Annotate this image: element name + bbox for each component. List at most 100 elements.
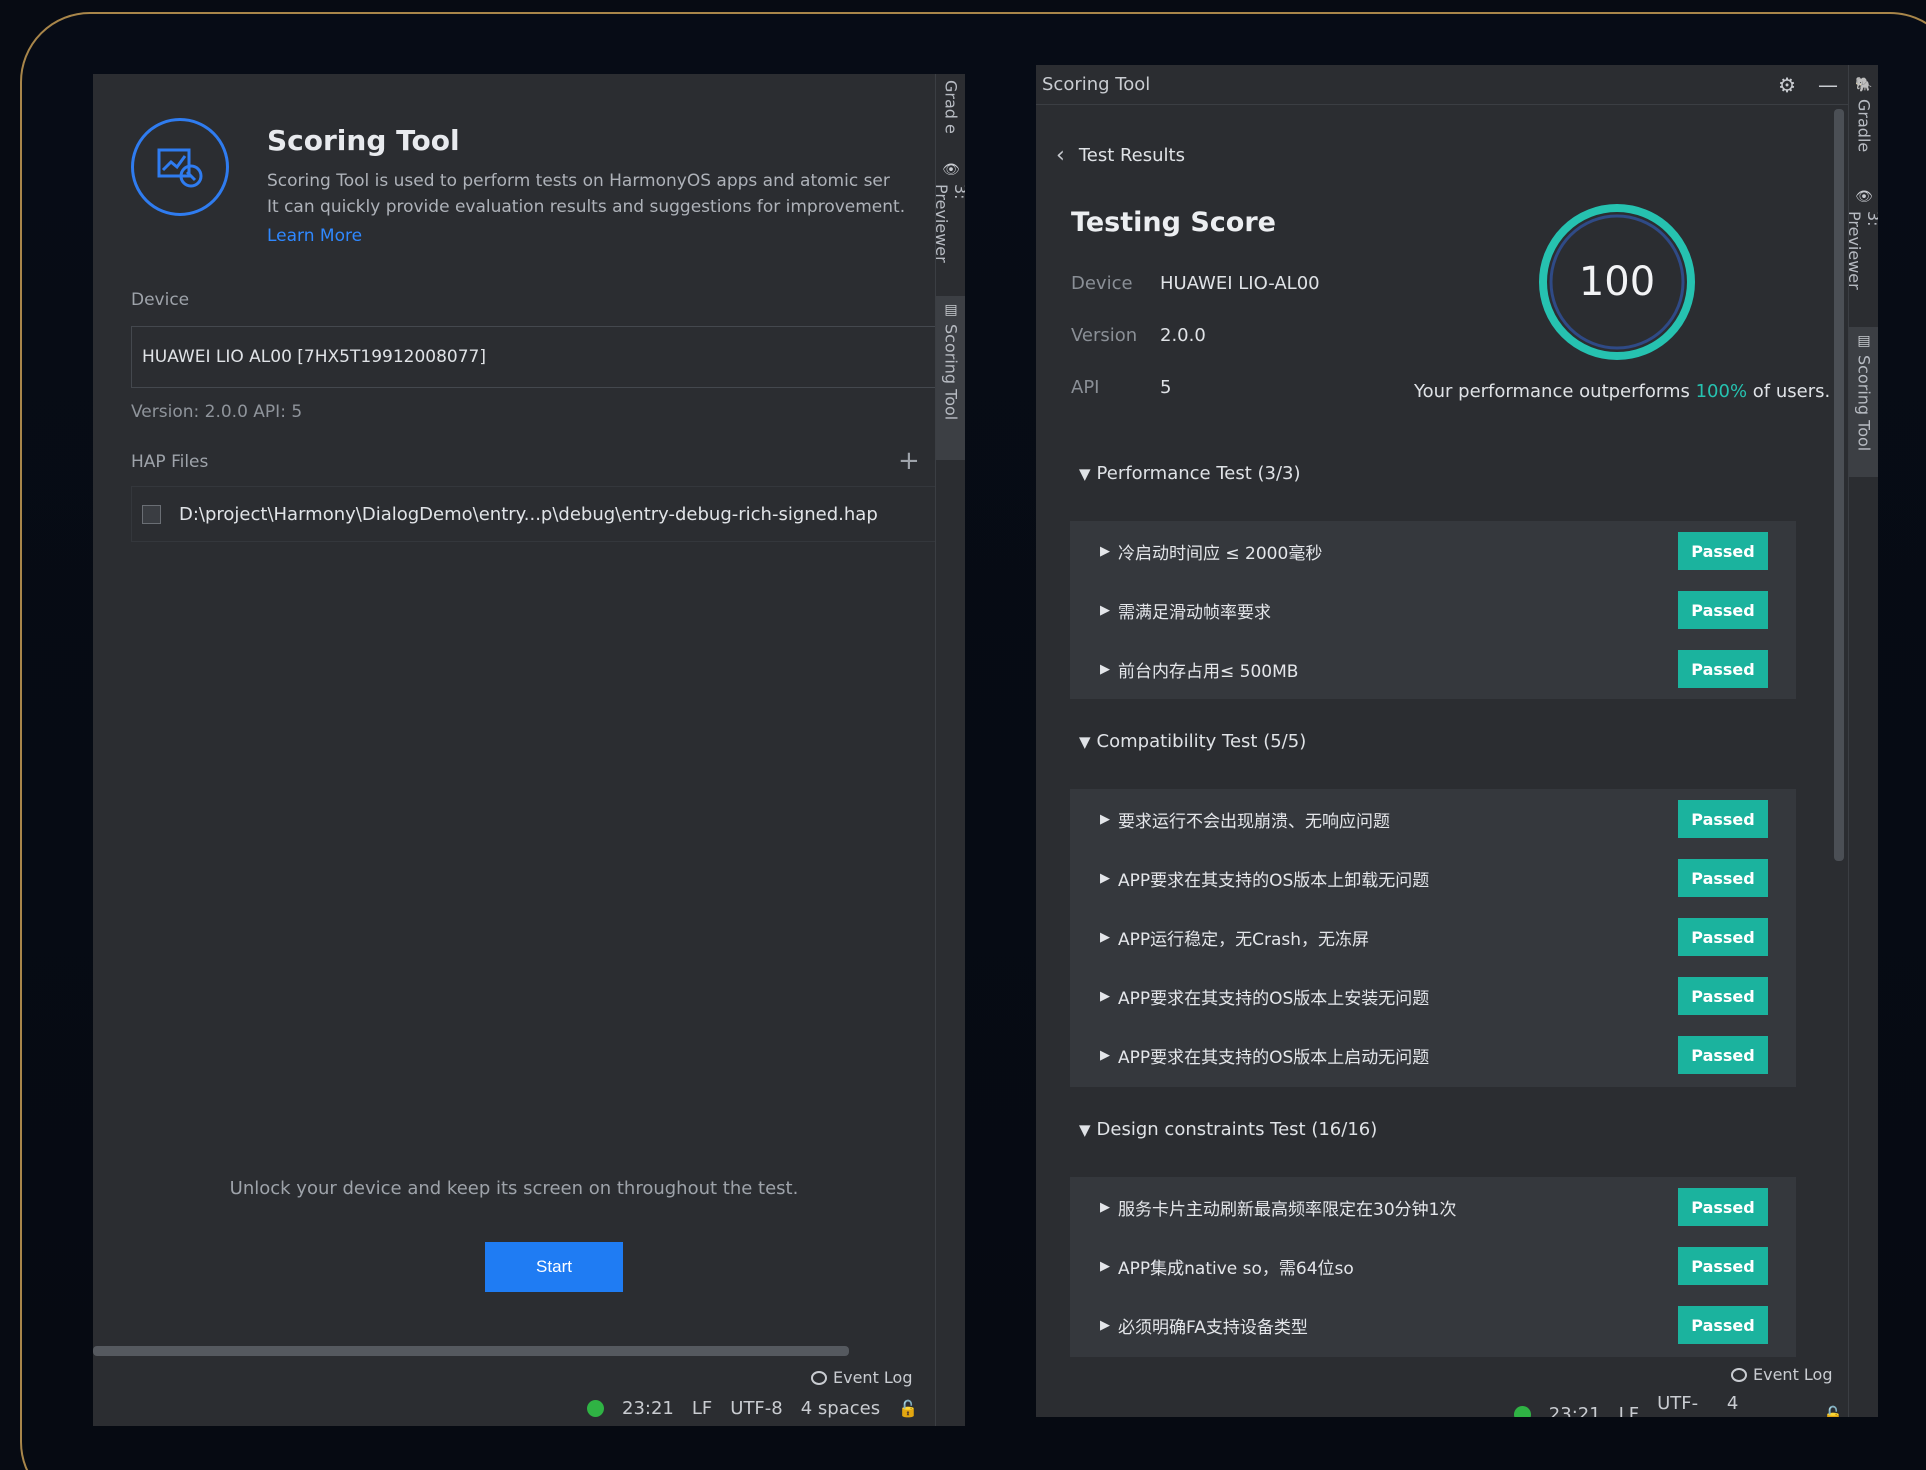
collapse-triangle-icon: ▶ (1100, 661, 1110, 677)
hap-files-label: HAP Files (131, 452, 209, 472)
vertical-scrollbar[interactable] (1834, 109, 1844, 861)
status-encoding[interactable]: UTF-8 (730, 1398, 782, 1419)
passed-badge: Passed (1678, 977, 1768, 1015)
start-button[interactable]: Start (485, 1242, 623, 1292)
collapse-triangle-icon: ▶ (1100, 929, 1110, 945)
device-value: HUAWEI LIO-AL00 (1160, 273, 1320, 294)
section-title: Performance Test (3/3) (1096, 463, 1301, 484)
test-item[interactable]: ▶ APP要求在其支持的OS版本上启动无问题 Passed (1100, 1036, 1768, 1074)
right-tool-rail: Grad e 👁 3: Previewer ▤ Scoring Tool (932, 74, 965, 1426)
eye-icon: 👁 (942, 162, 960, 178)
event-log-button[interactable]: Event Log (811, 1368, 913, 1387)
section-group-compatibility: ▶ 要求运行不会出现崩溃、无响应问题 Passed ▶ APP要求在其支持的OS版本… (1070, 789, 1796, 1087)
api-key: API (1071, 377, 1100, 398)
hap-file-path: D:\project\Harmony\DialogDemo\entry...p\… (179, 503, 878, 525)
hap-file-checkbox[interactable] (142, 504, 161, 524)
section-title: Compatibility Test (5/5) (1096, 731, 1307, 752)
status-encoding[interactable]: UTF-8 (1657, 1393, 1709, 1417)
section-header-design-constraints[interactable]: ▼ Design constraints Test (16/16) (1079, 1119, 1377, 1140)
rail-tab-scoring-tool-label: Scoring Tool (1854, 355, 1874, 452)
event-log-button[interactable]: Event Log (1731, 1365, 1833, 1384)
passed-badge: Passed (1678, 532, 1768, 570)
hap-file-row[interactable]: D:\project\Harmony\DialogDemo\entry...p\… (131, 486, 941, 542)
section-title: Design constraints Test (16/16) (1096, 1119, 1378, 1140)
test-item-label: 服务卡片主动刷新最高频率限定在30分钟1次 (1118, 1199, 1457, 1220)
add-hap-icon[interactable]: + (898, 446, 920, 476)
rail-tab-previewer-label: 3: Previewer (1845, 211, 1878, 290)
unlock-hint: Unlock your device and keep its screen o… (229, 1178, 799, 1199)
status-time[interactable]: 23:21 (1549, 1404, 1601, 1418)
section-header-compatibility[interactable]: ▼ Compatibility Test (5/5) (1079, 731, 1306, 752)
testing-score-title: Testing Score (1071, 207, 1276, 238)
test-item-label: 前台内存占用≤ 500MB (1118, 661, 1299, 682)
rail-tab-scoring-tool[interactable]: ▤ Scoring Tool (1849, 327, 1878, 477)
device-info-row: Device HUAWEI LIO-AL00 (1071, 273, 1320, 294)
rail-tab-previewer[interactable]: 👁 3: Previewer (932, 156, 965, 276)
section-header-performance[interactable]: ▼ Performance Test (3/3) (1079, 463, 1301, 484)
status-indent[interactable]: 4 spaces (801, 1398, 880, 1419)
version-value: 2.0.0 (1160, 325, 1206, 346)
scoring-tool-start-panel: Scoring Tool Scoring Tool is used to per… (93, 74, 965, 1426)
minimize-icon[interactable]: — (1818, 73, 1838, 97)
scoring-tool-tab-icon: ▤ (1857, 333, 1871, 349)
rail-tab-gradle-label: Grad e (941, 80, 961, 134)
status-indent[interactable]: 4 spaces (1727, 1393, 1805, 1417)
rail-tab-previewer[interactable]: 👁 3: Previewer (1845, 183, 1878, 309)
test-item[interactable]: ▶ 前台内存占用≤ 500MB Passed (1100, 650, 1768, 688)
event-log-icon (1731, 1367, 1747, 1382)
test-item-label: 必须明确FA支持设备类型 (1118, 1317, 1308, 1338)
api-info-row: API 5 (1071, 377, 1171, 398)
device-select[interactable]: HUAWEI LIO AL00 [7HX5T19912008077] (131, 326, 941, 388)
lock-icon[interactable]: 🔓 (1823, 1405, 1843, 1418)
back-to-test-results[interactable]: ‹ Test Results (1056, 143, 1185, 168)
version-info-row: Version 2.0.0 (1071, 325, 1206, 346)
passed-badge: Passed (1678, 1306, 1768, 1344)
rail-tab-scoring-tool[interactable]: ▤ Scoring Tool (936, 296, 965, 460)
test-item[interactable]: ▶ 服务卡片主动刷新最高频率限定在30分钟1次 Passed (1100, 1188, 1768, 1226)
outperform-percent: 100% (1695, 381, 1748, 402)
test-item-label: APP要求在其支持的OS版本上卸载无问题 (1118, 870, 1430, 891)
test-item-label: APP要求在其支持的OS版本上启动无问题 (1118, 1047, 1430, 1068)
status-time[interactable]: 23:21 (622, 1398, 674, 1419)
passed-badge: Passed (1678, 1036, 1768, 1074)
panel-description: Scoring Tool is used to perform tests on… (267, 168, 927, 220)
event-log-label: Event Log (1753, 1365, 1833, 1384)
test-item[interactable]: ▶ APP要求在其支持的OS版本上安装无问题 Passed (1100, 977, 1768, 1015)
gear-icon[interactable]: ⚙ (1778, 73, 1796, 97)
event-log-label: Event Log (833, 1368, 913, 1387)
collapse-triangle-icon: ▶ (1100, 811, 1110, 827)
test-item[interactable]: ▶ APP集成native so，需64位so Passed (1100, 1247, 1768, 1285)
collapse-triangle-icon: ▶ (1100, 1258, 1110, 1274)
rail-tab-gradle[interactable]: 🐘 Gradle (1849, 71, 1878, 163)
test-item[interactable]: ▶ APP要求在其支持的OS版本上卸载无问题 Passed (1100, 859, 1768, 897)
passed-badge: Passed (1678, 1247, 1768, 1285)
test-item-label: 需满足滑动帧率要求 (1118, 602, 1271, 623)
rail-tab-gradle[interactable]: Grad e (936, 74, 965, 140)
tool-window-header: Scoring Tool ⚙ — (1036, 65, 1848, 105)
device-key: Device (1071, 273, 1133, 294)
test-item-label: APP集成native so，需64位so (1118, 1258, 1354, 1279)
test-item[interactable]: ▶ 要求运行不会出现崩溃、无响应问题 Passed (1100, 800, 1768, 838)
status-eol[interactable]: LF (1619, 1404, 1639, 1418)
passed-badge: Passed (1678, 650, 1768, 688)
device-version-info: Version: 2.0.0 API: 5 (131, 402, 303, 422)
device-label: Device (131, 290, 190, 310)
description-line-1: Scoring Tool is used to perform tests on… (267, 171, 890, 191)
status-eol[interactable]: LF (692, 1398, 712, 1419)
test-item[interactable]: ▶ 需满足滑动帧率要求 Passed (1100, 591, 1768, 629)
status-bar: 23:21 LF UTF-8 4 spaces 🔓 (1514, 1393, 1878, 1417)
learn-more-link[interactable]: Learn More (267, 226, 362, 246)
outperform-suffix: of users. (1747, 381, 1831, 402)
passed-badge: Passed (1678, 859, 1768, 897)
test-item[interactable]: ▶ 必须明确FA支持设备类型 Passed (1100, 1306, 1768, 1344)
test-item[interactable]: ▶ APP运行稳定，无Crash，无冻屏 Passed (1100, 918, 1768, 956)
lock-icon[interactable]: 🔓 (898, 1399, 918, 1418)
passed-badge: Passed (1678, 1188, 1768, 1226)
section-group-design-constraints: ▶ 服务卡片主动刷新最高频率限定在30分钟1次 Passed ▶ APP集成nati… (1070, 1177, 1796, 1357)
test-item-label: 冷启动时间应 ≤ 2000毫秒 (1118, 543, 1323, 564)
collapse-triangle-icon: ▶ (1100, 602, 1110, 618)
horizontal-scrollbar[interactable] (93, 1346, 849, 1356)
outperform-prefix: Your performance outperforms (1414, 381, 1696, 402)
status-bar: 23:21 LF UTF-8 4 spaces 🔓 (587, 1398, 954, 1419)
test-item[interactable]: ▶ 冷启动时间应 ≤ 2000毫秒 Passed (1100, 532, 1768, 570)
